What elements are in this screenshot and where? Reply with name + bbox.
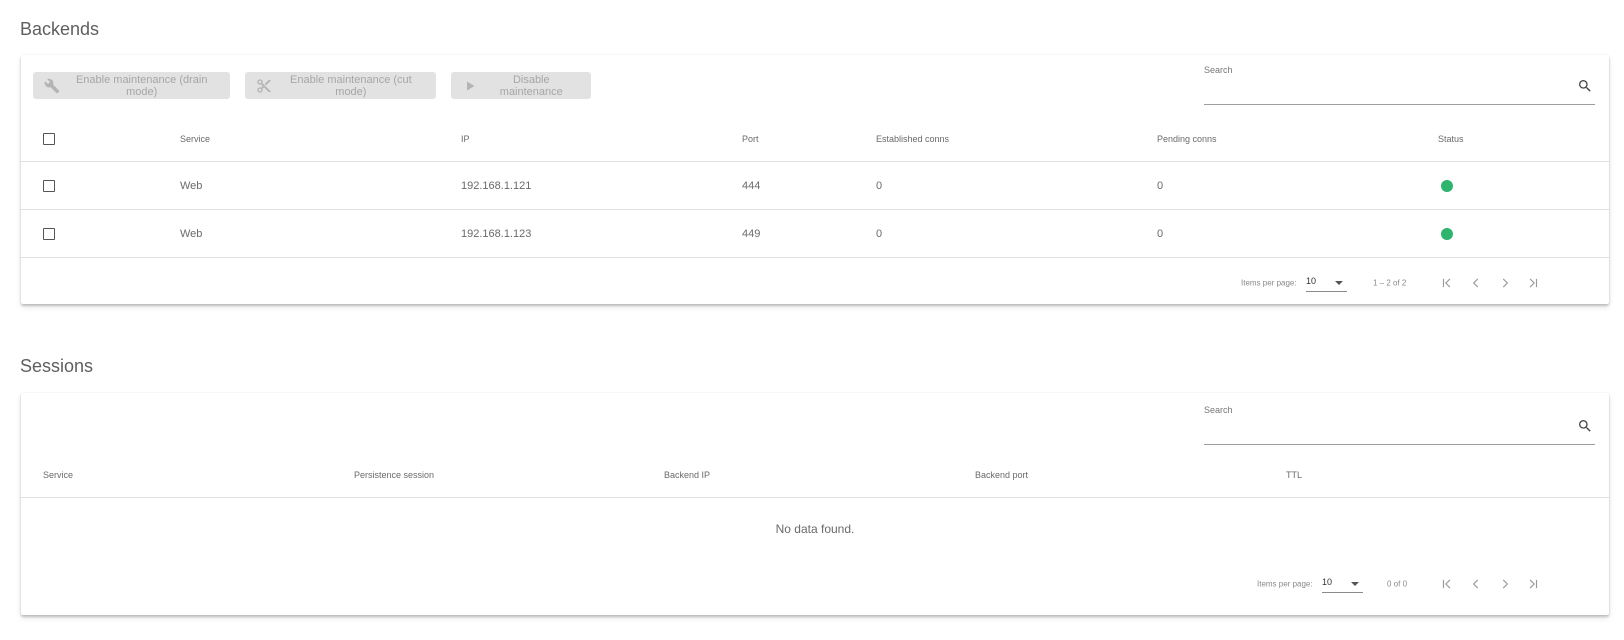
status-up-dot [1441,227,1453,240]
cell-pending-conns: 0 [1157,227,1164,240]
cell-established-conns: 0 [876,179,883,192]
col-pending-conns[interactable]: Pending conns [1157,134,1217,144]
enable-cut-mode-button[interactable]: Enable maintenance (cut mode) [245,72,436,99]
col-ttl[interactable]: TTL [1286,470,1302,480]
page-size-select[interactable]: 10 [1306,274,1347,292]
table-row[interactable]: Web 192.168.1.121 444 0 0 [21,161,1609,209]
status-up-dot [1441,179,1453,192]
sessions-search-field[interactable]: Search [1204,405,1595,445]
col-service[interactable]: Service [180,134,210,144]
sessions-paginator: Items per page: 10 0 of 0 [21,559,1609,609]
backends-search-label: Search [1204,65,1233,75]
cell-port: 444 [742,179,761,192]
backends-search-input[interactable] [1204,85,1564,100]
disable-maintenance-label: Disable maintenance [499,73,563,98]
page-size-select[interactable]: 10 [1322,575,1363,593]
prev-page-icon[interactable] [1466,574,1486,594]
sessions-search-input[interactable] [1204,425,1564,440]
col-persistence-session[interactable]: Persistence session [354,470,434,480]
cell-status [1441,227,1453,240]
next-page-icon[interactable] [1495,574,1515,594]
first-page-icon[interactable] [1437,574,1457,594]
page-size-value: 10 [1322,577,1333,587]
backends-table-header: Service IP Port Established conns Pendin… [21,117,1609,161]
search-icon [1577,78,1593,94]
cell-service: Web [180,179,203,192]
cell-status [1441,179,1453,192]
backends-title: Backends [20,19,100,39]
col-service[interactable]: Service [43,470,73,480]
prev-page-icon[interactable] [1466,273,1486,293]
col-status[interactable]: Status [1438,134,1464,144]
backends-card: Enable maintenance (drain mode) Enable m… [21,55,1609,304]
no-data-message: No data found. [775,522,855,536]
cell-ip: 192.168.1.121 [461,179,532,192]
sessions-table-header: Service Persistence session Backend IP B… [21,453,1609,497]
sessions-title: Sessions [20,356,94,376]
col-backend-ip[interactable]: Backend IP [664,470,710,480]
cell-service: Web [180,227,203,240]
cell-ip: 192.168.1.123 [461,227,532,240]
enable-drain-mode-label: Enable maintenance (drain mode) [75,73,208,98]
cell-established-conns: 0 [876,227,883,240]
items-per-page-label: Items per page: [1241,278,1297,287]
enable-cut-mode-label: Enable maintenance (cut mode) [290,73,412,98]
enable-drain-mode-button[interactable]: Enable maintenance (drain mode) [33,72,230,99]
wrench-icon [43,76,61,96]
backends-search-field[interactable]: Search [1204,65,1595,105]
scissors-icon [255,76,274,96]
col-ip[interactable]: IP [461,134,470,144]
next-page-icon[interactable] [1495,273,1515,293]
col-port[interactable]: Port [742,134,759,144]
cell-port: 449 [742,227,761,240]
range-label: 0 of 0 [1387,579,1408,589]
table-row[interactable]: Web 192.168.1.123 449 0 0 [21,209,1609,257]
last-page-icon[interactable] [1523,273,1543,293]
first-page-icon[interactable] [1437,273,1457,293]
items-per-page-label: Items per page: [1257,579,1313,589]
dropdown-arrow-icon [1351,582,1359,586]
row-checkbox[interactable] [43,179,55,192]
search-icon [1577,418,1593,434]
backends-paginator: Items per page: 10 1 – 2 of 2 [21,257,1609,307]
play-icon [461,76,480,96]
sessions-card: Search Service Persistence session Backe… [21,393,1609,615]
last-page-icon[interactable] [1523,574,1543,594]
row-checkbox[interactable] [43,227,55,240]
col-established-conns[interactable]: Established conns [876,134,949,144]
select-all-checkbox[interactable] [43,133,55,145]
range-label: 1 – 2 of 2 [1373,278,1407,287]
page-size-value: 10 [1306,275,1317,286]
disable-maintenance-button[interactable]: Disable maintenance [451,72,591,99]
cell-pending-conns: 0 [1157,179,1164,192]
col-backend-port[interactable]: Backend port [975,470,1028,480]
dropdown-arrow-icon [1335,280,1343,285]
sessions-search-label: Search [1204,405,1233,415]
empty-row: No data found. [21,497,1609,561]
